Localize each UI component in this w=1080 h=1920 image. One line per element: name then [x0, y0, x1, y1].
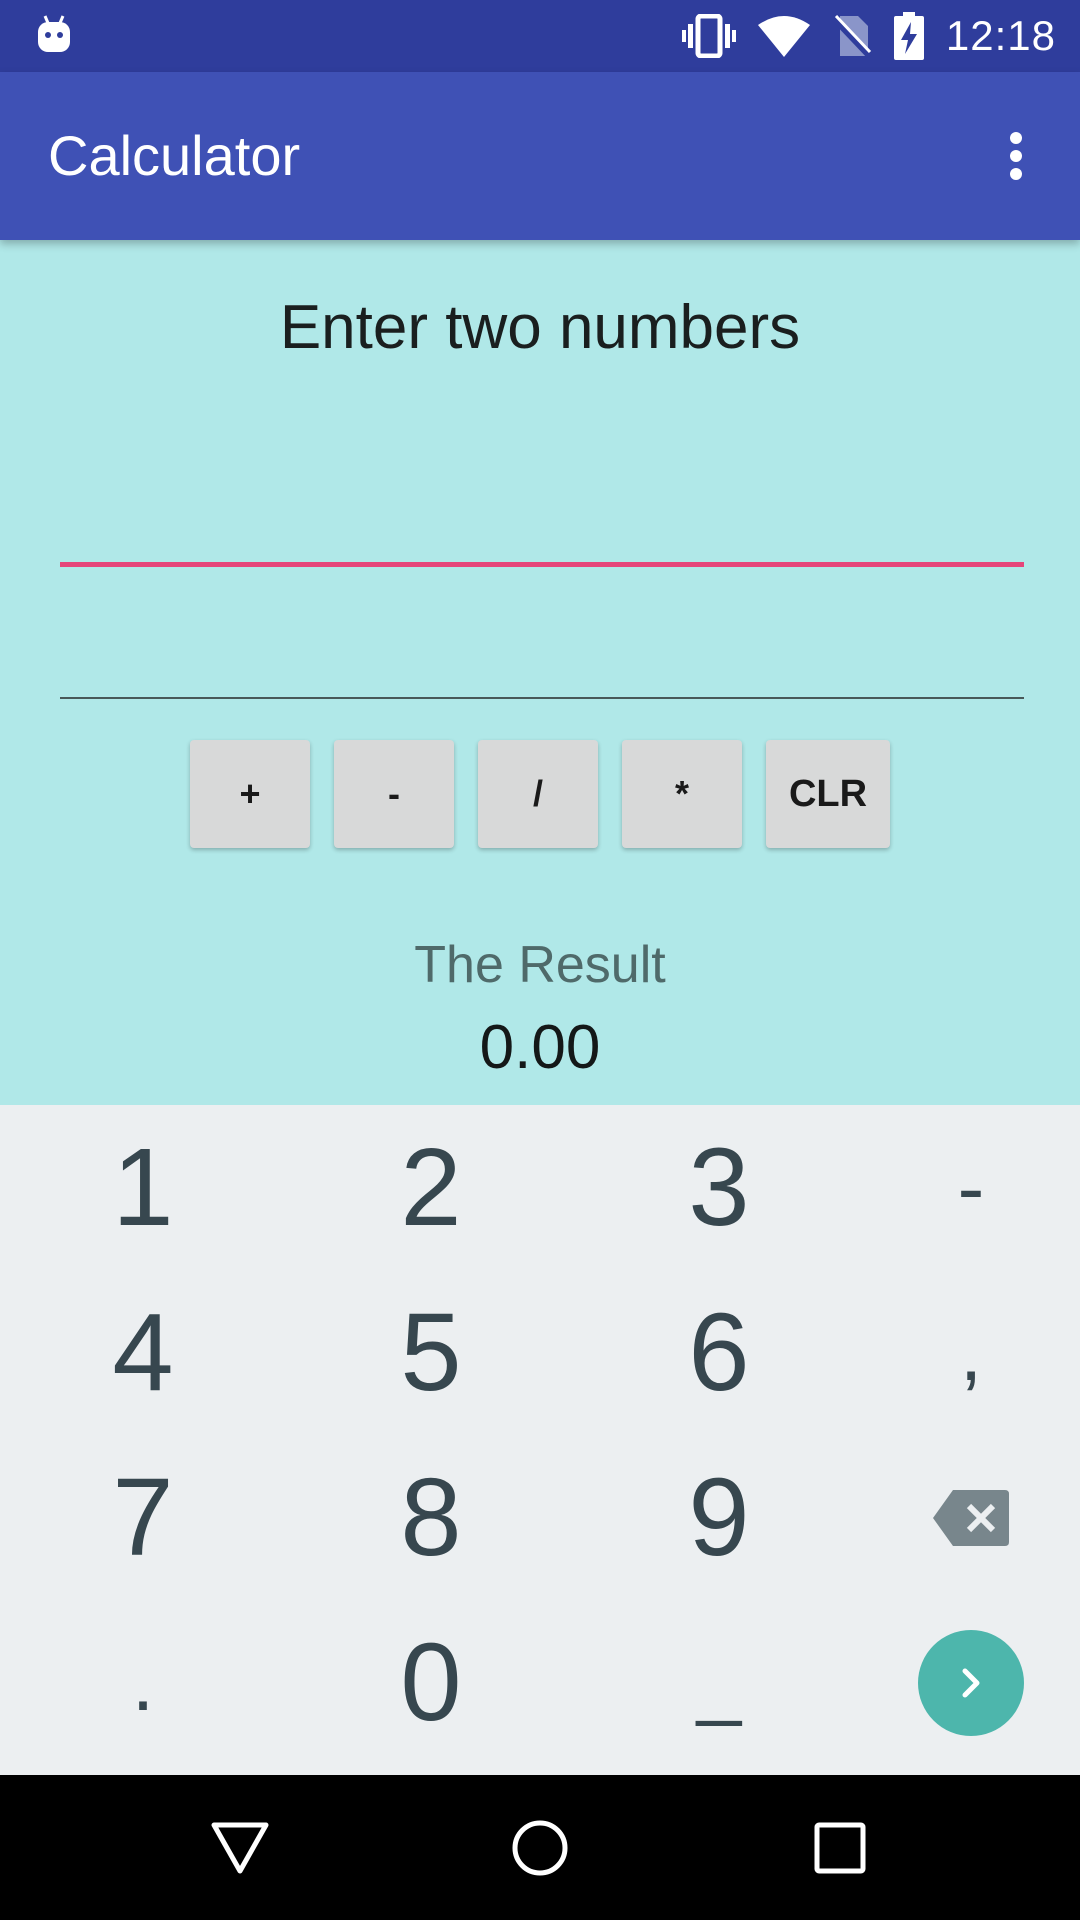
no-sim-icon: [831, 14, 872, 58]
divide-button[interactable]: /: [478, 740, 598, 848]
wifi-icon: [757, 16, 810, 57]
key-0[interactable]: 0: [296, 1600, 566, 1765]
overflow-menu-icon[interactable]: [986, 126, 1046, 186]
subtract-button[interactable]: -: [334, 740, 454, 848]
multiply-button[interactable]: *: [622, 740, 742, 848]
android-robot-icon: [38, 15, 70, 52]
key-3[interactable]: 3: [584, 1105, 854, 1270]
key-4[interactable]: 4: [8, 1270, 278, 1435]
clear-button[interactable]: CLR: [766, 740, 890, 848]
key-2[interactable]: 2: [296, 1105, 566, 1270]
backspace-icon[interactable]: [836, 1435, 1080, 1600]
vibrate-icon: [681, 14, 736, 58]
key-7[interactable]: 7: [8, 1435, 278, 1600]
add-button[interactable]: +: [190, 740, 310, 848]
second-number-field[interactable]: [60, 605, 1024, 699]
page-heading: Enter two numbers: [279, 293, 801, 362]
next-button[interactable]: [836, 1600, 1080, 1765]
status-bar: 12:18: [0, 0, 1080, 72]
key-8[interactable]: 8: [296, 1435, 566, 1600]
first-number-field[interactable]: [60, 470, 1024, 567]
key-9[interactable]: 9: [584, 1435, 854, 1600]
app-title: Calculator: [48, 124, 301, 187]
navigation-bar: [0, 1775, 1080, 1920]
next-arrow-icon: [918, 1629, 1024, 1736]
key-space[interactable]: _: [584, 1600, 854, 1765]
key-6[interactable]: 6: [584, 1270, 854, 1435]
key-5[interactable]: 5: [296, 1270, 566, 1435]
key-1[interactable]: 1: [8, 1105, 278, 1270]
battery-charging-icon: [893, 12, 924, 60]
app-bar: Calculator: [0, 72, 1080, 240]
home-icon[interactable]: [460, 1775, 620, 1920]
status-clock: 12:18: [945, 12, 1056, 59]
operator-buttons: + - / * CLR: [0, 740, 1080, 848]
key-period[interactable]: .: [8, 1600, 278, 1765]
key-minus[interactable]: -: [836, 1105, 1080, 1270]
result-value: 0.00: [479, 1013, 601, 1082]
back-icon[interactable]: [160, 1775, 320, 1920]
recents-icon[interactable]: [760, 1775, 920, 1920]
result-label: The Result: [414, 936, 666, 994]
numeric-keyboard: 1 2 3 - 4 5 6 , 7 8 9 . 0 _: [0, 1105, 1080, 1775]
key-comma[interactable]: ,: [836, 1270, 1080, 1435]
